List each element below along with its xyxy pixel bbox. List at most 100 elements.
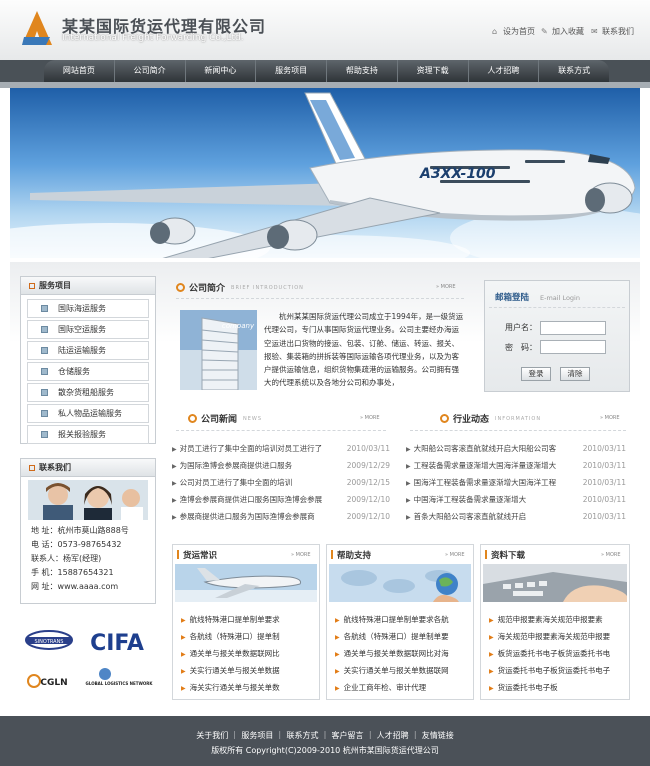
footer-link-services[interactable]: 服务项目 [241, 731, 273, 740]
footer-link-friends[interactable]: 友情链接 [422, 731, 454, 740]
download-title: 资料下载 [485, 549, 525, 561]
footer-link-jobs[interactable]: 人才招聘 [377, 731, 409, 740]
service-item[interactable]: 国际空运服务 [27, 320, 149, 339]
company-logo-icon [22, 11, 52, 45]
list-bullet-icon [41, 305, 48, 312]
list-item[interactable]: ▶ 国海洋工程装备需求量逐渐增大国海洋工程 2010/03/11 [406, 474, 626, 491]
service-item[interactable]: 国际海运服务 [27, 299, 149, 318]
username-input[interactable] [540, 321, 606, 335]
arrow-icon: ▶ [172, 480, 177, 487]
contact-phone: 电 话：0573-98765432 [31, 540, 122, 549]
svg-text:SINOTRANS: SINOTRANS [35, 639, 64, 645]
list-item[interactable]: ▶ 关实行通关单与报关单数据联网 [335, 662, 471, 679]
section-bullet-icon [188, 414, 197, 423]
login-button[interactable]: 登录 [521, 367, 551, 381]
nav-news[interactable]: 新闻中心 [186, 60, 257, 82]
set-homepage-link[interactable]: ⌂ 设为首页 [492, 26, 535, 37]
list-item[interactable]: ▶ 渔博会参展商提供进口服务国际渔博会参展 2009/12/10 [172, 491, 390, 508]
news-more-link[interactable]: » MORE [360, 415, 380, 421]
industry-list: ▶ 大阳船公司客滚直航就线开启大阳船公司客 2010/03/11 ▶ 工程装备需求量逐… [406, 440, 626, 525]
main-nav: 网站首页 公司简介 新闻中心 服务项目 帮助支持 资理下载 人才招聘 联系方式 [44, 60, 609, 82]
arrow-icon: ▶ [172, 463, 177, 470]
list-item[interactable]: ▶ 货运委托书电子板货运委托书电子 [489, 662, 627, 679]
news-list: ▶ 对员工进行了集中全面的培训对员工进行了 2010/03/11 ▶ 为国际渔博会参展… [172, 440, 390, 525]
download-more-link[interactable]: » MORE [601, 552, 621, 558]
arrow-icon: ▶ [335, 634, 340, 641]
username-label: 用户名： [505, 323, 537, 332]
nav-about[interactable]: 公司简介 [115, 60, 186, 82]
service-item[interactable]: 报关报验服务 [27, 425, 149, 444]
freight-more-link[interactable]: » MORE [291, 552, 311, 558]
service-item[interactable]: 仓储服务 [27, 362, 149, 381]
list-item[interactable]: ▶ 各航线（特殊港口）提单制 [181, 628, 317, 645]
list-item[interactable]: ▶ 板货运委托书电子板货运委托书电 [489, 645, 627, 662]
footer-link-about[interactable]: 关于我们 [196, 731, 228, 740]
list-item[interactable]: ▶ 工程装备需求量逐渐增大国海洋量逐渐增大 2010/03/11 [406, 457, 626, 474]
global-logistics-logo[interactable]: GLOBAL LOGISTICS NETWORK [86, 668, 154, 686]
list-item[interactable]: ▶ 中国海洋工程装备需求量逐渐增大 2010/03/11 [406, 491, 626, 508]
hero-banner: A3XX-100 [10, 88, 640, 258]
clear-button[interactable]: 清除 [560, 367, 590, 381]
list-item[interactable]: ▶ 大阳船公司客滚直航就线开启大阳船公司客 2010/03/11 [406, 440, 626, 457]
about-more-link[interactable]: » MORE [436, 284, 456, 290]
contact-photo [28, 480, 148, 520]
password-label: 密 码： [505, 343, 537, 352]
contact-us-link[interactable]: ✉ 联系我们 [591, 26, 634, 37]
list-item[interactable]: ▶ 参展商提供进口服务为国际渔博会参展商 2009/12/10 [172, 508, 390, 525]
support-more-link[interactable]: » MORE [445, 552, 465, 558]
footer-link-contact[interactable]: 联系方式 [286, 731, 318, 740]
arrow-icon: ▶ [335, 617, 340, 624]
list-item[interactable]: ▶ 各航线（特殊港口）提单制单要 [335, 628, 471, 645]
support-title: 帮助支持 [331, 549, 371, 561]
list-item[interactable]: ▶ 海关实行通关单与报关单数 [181, 679, 317, 696]
arrow-icon: ▶ [181, 617, 186, 624]
cgln-logo[interactable]: CGLN [27, 674, 68, 688]
nav-contact[interactable]: 联系方式 [539, 60, 609, 82]
list-item[interactable]: ▶ 海关规范申报要素海关规范申报要 [489, 628, 627, 645]
list-item[interactable]: ▶ 公司对员工进行了集中全面的培训 2009/12/15 [172, 474, 390, 491]
list-item[interactable]: ▶ 货运委托书电子板 [489, 679, 627, 696]
sinotrans-logo[interactable]: SINOTRANS [25, 630, 73, 650]
nav-home[interactable]: 网站首页 [44, 60, 115, 82]
service-item[interactable]: 陆运运输服务 [27, 341, 149, 360]
nav-services[interactable]: 服务项目 [256, 60, 327, 82]
add-favorite-link[interactable]: ✎ 加入收藏 [541, 26, 584, 37]
nav-jobs[interactable]: 人才招聘 [469, 60, 540, 82]
services-panel: 服务项目 国际海运服务 国际空运服务 陆运运输服务 仓储服务 散杂货租船服务 私… [20, 276, 156, 444]
nav-downloads[interactable]: 资理下载 [398, 60, 469, 82]
industry-more-link[interactable]: » MORE [600, 415, 620, 421]
list-item[interactable]: ▶ 通关单与报关单数据联网比 [181, 645, 317, 662]
cifa-logo[interactable]: CIFA [90, 631, 144, 656]
list-item[interactable]: ▶ 规范申报要素海关规范申报要素 [489, 611, 627, 628]
list-bullet-icon [41, 389, 48, 396]
arrow-icon: ▶ [181, 668, 186, 675]
footer-link-message[interactable]: 客户留言 [332, 731, 364, 740]
password-input[interactable] [540, 340, 606, 354]
list-item[interactable]: ▶ 航线特殊港口提单制单要求各航 [335, 611, 471, 628]
support-list: ▶ 航线特殊港口提单制单要求各航 ▶ 各航线（特殊港口）提单制单要 ▶ 通关单与报关单… [335, 611, 471, 696]
contact-panel-header: 联系我们 [21, 459, 155, 477]
section-bullet-icon [176, 283, 185, 292]
list-item[interactable]: ▶ 企业工商年检、审计代理 [335, 679, 471, 696]
list-item[interactable]: ▶ 通关单与报关单数据联网比对海 [335, 645, 471, 662]
login-title: 邮箱登陆 [495, 293, 530, 303]
divider [176, 430, 386, 431]
list-item[interactable]: ▶ 航线特殊港口提单制单要求 [181, 611, 317, 628]
company-english-name: International Freight Forwarding Co.,Ltd… [62, 33, 244, 43]
nav-support[interactable]: 帮助支持 [327, 60, 398, 82]
arrow-icon: ▶ [406, 480, 411, 487]
list-bullet-icon [41, 326, 48, 333]
list-item[interactable]: ▶ 首条大阳船公司客滚直航就线开启 2010/03/11 [406, 508, 626, 525]
arrow-icon: ▶ [406, 463, 411, 470]
service-item[interactable]: 散杂货租船服务 [27, 383, 149, 402]
list-item[interactable]: ▶ 为国际渔博会参展商提供进口服务 2009/12/29 [172, 457, 390, 474]
list-item[interactable]: ▶ 关实行通关单与报关单数据 [181, 662, 317, 679]
about-text: 杭州某某国际货运代理公司成立于1994年，是一级货运代理公司，专门从事国际货运代… [264, 312, 464, 388]
list-item[interactable]: ▶ 对员工进行了集中全面的培训对员工进行了 2010/03/11 [172, 440, 390, 457]
arrow-icon: ▶ [489, 668, 494, 675]
svg-text:company: company [222, 322, 255, 330]
service-item[interactable]: 私人物品运输服务 [27, 404, 149, 423]
contact-website[interactable]: 网 址：www.aaaa.com [31, 580, 145, 594]
list-bullet-icon [41, 410, 48, 417]
partner-logos: SINOTRANS CIFA CGLN GLOBAL LOGISTICS NET… [25, 630, 154, 688]
